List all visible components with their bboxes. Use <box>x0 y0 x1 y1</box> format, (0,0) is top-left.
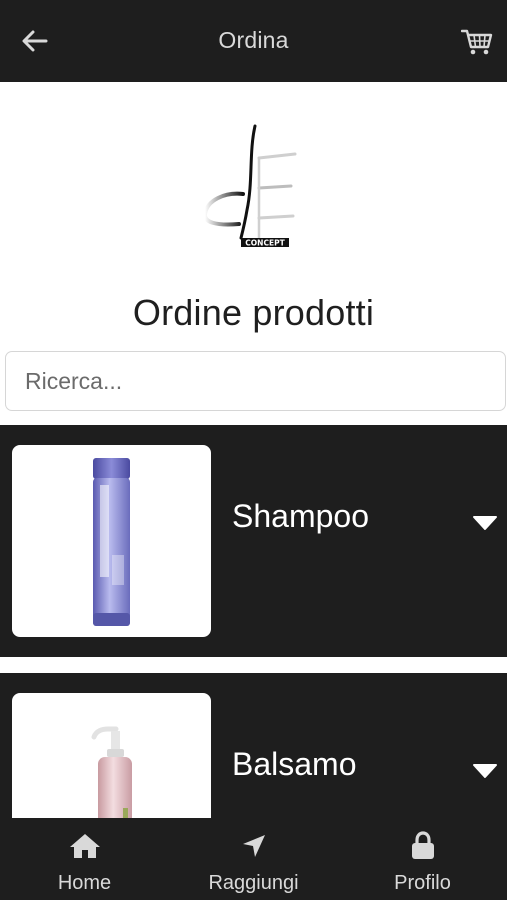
location-arrow-icon <box>242 835 265 857</box>
caret-down-icon[interactable] <box>472 763 498 779</box>
page-title: Ordine prodotti <box>132 292 375 333</box>
product-card-shampoo[interactable]: Shampoo <box>0 425 507 657</box>
cart-button[interactable] <box>457 24 497 60</box>
app-screen: Ordina CONCEPT Ordine prodotti Ricerca..… <box>0 0 507 900</box>
nav-item-home[interactable]: Home <box>0 818 169 900</box>
logo-wordmark: CONCEPT <box>245 238 285 247</box>
nav-item-raggiungi[interactable]: Raggiungi <box>169 818 338 900</box>
top-app-bar: Ordina <box>0 0 507 82</box>
bottom-navigation: Home Raggiungi Profilo <box>0 818 507 900</box>
product-name: Balsamo <box>232 746 357 782</box>
page-header-title: Ordina <box>218 26 289 53</box>
product-card-balsamo[interactable]: Balsamo <box>0 673 507 885</box>
back-button[interactable] <box>18 24 52 58</box>
product-image-shampoo <box>12 445 211 637</box>
brand-logo: CONCEPT <box>195 122 305 254</box>
nav-label: Raggiungi <box>208 872 299 894</box>
lock-icon <box>411 831 434 859</box>
shopping-cart-icon <box>461 29 493 55</box>
nav-label: Home <box>57 872 112 894</box>
caret-down-icon[interactable] <box>472 515 498 531</box>
nav-item-profilo[interactable]: Profilo <box>338 818 507 900</box>
product-name: Shampoo <box>232 498 369 534</box>
arrow-left-icon <box>22 30 48 52</box>
nav-label: Profilo <box>394 872 451 894</box>
home-icon <box>69 834 100 858</box>
search-input[interactable] <box>5 351 506 411</box>
